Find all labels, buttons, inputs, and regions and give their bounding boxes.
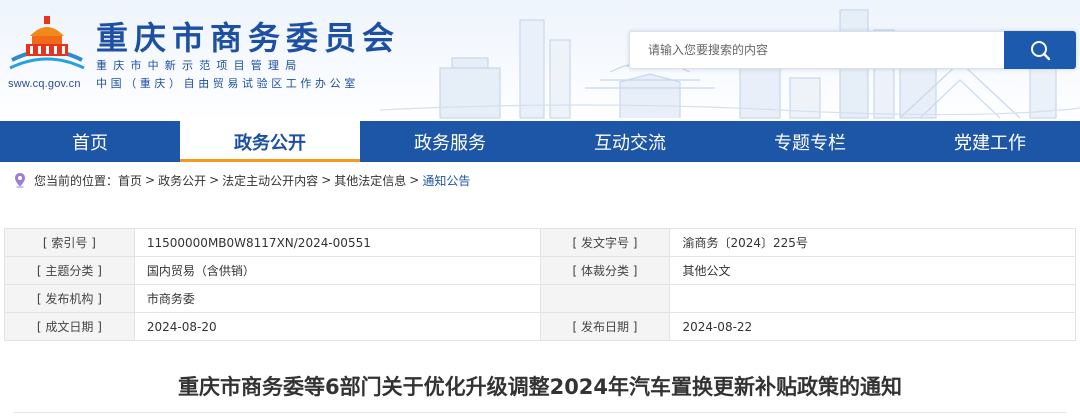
table-row: [ 发布机构 ] 市商务委 — [4, 284, 1076, 313]
document-number-value: 渝商务〔2024〕225号 — [669, 228, 1076, 257]
breadcrumb-separator: > — [409, 173, 420, 187]
issuing-agency-value: 市商务委 — [133, 284, 541, 313]
index-number-value: 11500000MB0W8117XN/2024-00551 — [133, 228, 541, 257]
nav-item-government-services[interactable]: 政务服务 — [360, 121, 540, 162]
nav-item-home[interactable]: 首页 — [0, 121, 180, 162]
genre-category-value: 其他公文 — [669, 256, 1076, 285]
breadcrumb-prefix: 您当前的位置： — [34, 173, 119, 188]
search-input[interactable] — [629, 31, 1004, 69]
site-header: sww.cq.gov.cn 重庆市商务委员会 重庆市中新示范项目管理局 中国（重… — [0, 0, 1080, 121]
nav-item-party-building[interactable]: 党建工作 — [900, 121, 1080, 162]
nav-item-government-affairs-disclosure[interactable]: 政务公开 — [180, 121, 360, 162]
breadcrumb: 您当前的位置： 首页 > 政务公开 > 法定主动公开内容 > 其他法定信息 > … — [12, 170, 470, 190]
organization-subname-1: 重庆市中新示范项目管理局 — [96, 59, 303, 72]
index-number-label: [ 索引号 ] — [4, 228, 135, 257]
breadcrumb-separator: > — [321, 173, 332, 187]
breadcrumb-statutory-disclosure[interactable]: 法定主动公开内容 — [222, 172, 318, 189]
search-button[interactable] — [1004, 31, 1076, 69]
organization-subname-2: 中国（重庆）自由贸易试验区工作办公室 — [96, 77, 359, 90]
breadcrumb-notices[interactable]: 通知公告 — [422, 172, 470, 189]
breadcrumb-separator: > — [209, 173, 220, 187]
publish-date-label: [ 发布日期 ] — [539, 312, 671, 341]
great-hall-logo-icon — [9, 16, 85, 70]
written-date-label: [ 成文日期 ] — [4, 312, 135, 341]
breadcrumb-home[interactable]: 首页 — [118, 172, 142, 189]
topic-category-label: [ 主题分类 ] — [4, 256, 135, 285]
breadcrumb-separator: > — [145, 173, 156, 187]
issuing-agency-label: [ 发布机构 ] — [4, 284, 135, 313]
breadcrumb-government-affairs[interactable]: 政务公开 — [158, 172, 206, 189]
written-date-value: 2024-08-20 — [133, 312, 541, 341]
nav-item-interaction[interactable]: 互动交流 — [540, 121, 720, 162]
divider — [14, 412, 1066, 413]
document-info-table: [ 索引号 ] 11500000MB0W8117XN/2024-00551 [ … — [4, 228, 1076, 341]
search-icon — [1031, 41, 1051, 61]
search-bar — [629, 31, 1076, 69]
document-number-label: [ 发文字号 ] — [539, 228, 671, 257]
empty-value-cell — [669, 284, 1076, 313]
location-pin-icon — [15, 173, 25, 188]
table-row: [ 主题分类 ] 国内贸易（含供销） [ 体裁分类 ] 其他公文 — [4, 256, 1076, 285]
main-navigation: 首页 政务公开 政务服务 互动交流 专题专栏 党建工作 — [0, 121, 1080, 162]
nav-item-special-topics[interactable]: 专题专栏 — [720, 121, 900, 162]
site-domain: sww.cq.gov.cn — [8, 78, 81, 90]
empty-label-cell — [539, 284, 671, 313]
organization-name[interactable]: 重庆市商务委员会 — [96, 13, 400, 59]
genre-category-label: [ 体裁分类 ] — [539, 256, 671, 285]
breadcrumb-other-statutory-info[interactable]: 其他法定信息 — [334, 172, 406, 189]
document-title: 重庆市商务委等6部门关于优化升级调整2024年汽车置换更新补贴政策的通知 — [177, 375, 903, 399]
table-row: [ 索引号 ] 11500000MB0W8117XN/2024-00551 [ … — [4, 228, 1076, 257]
table-row: [ 成文日期 ] 2024-08-20 [ 发布日期 ] 2024-08-22 — [4, 312, 1076, 341]
topic-category-value: 国内贸易（含供销） — [133, 256, 541, 285]
publish-date-value: 2024-08-22 — [669, 312, 1076, 341]
